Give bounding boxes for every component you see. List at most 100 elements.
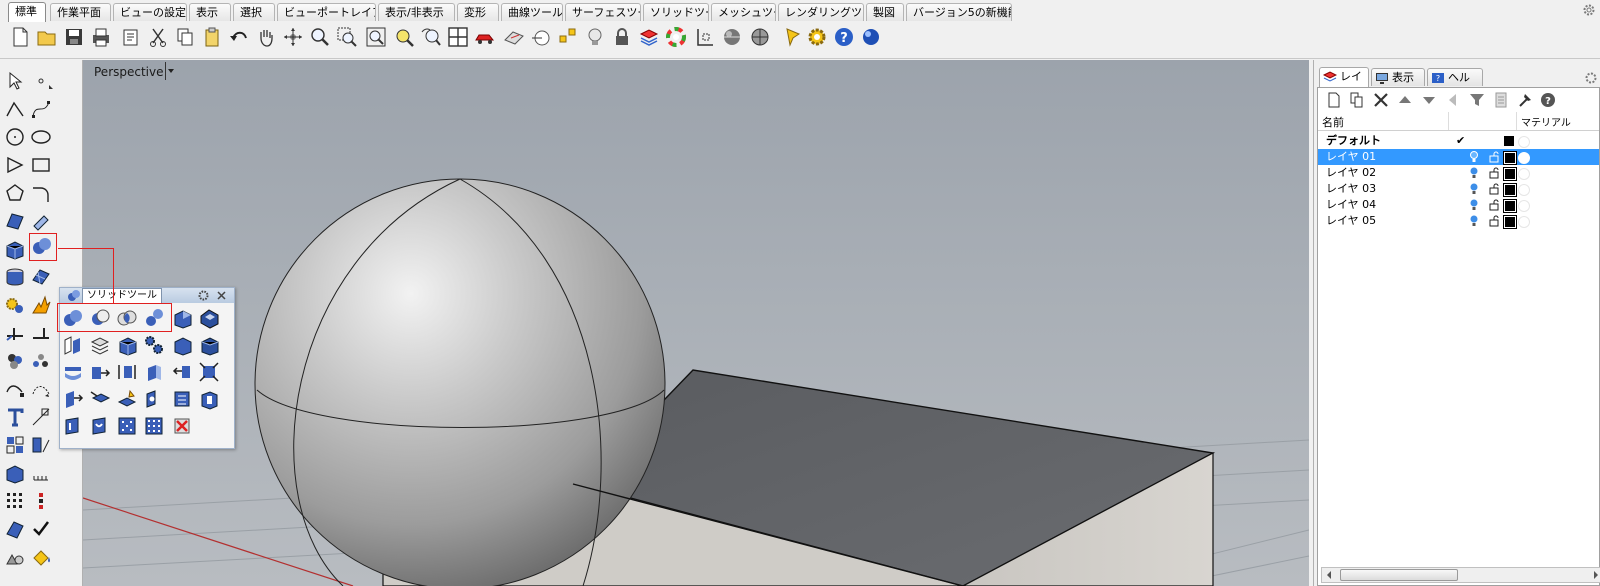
properties-icon[interactable] <box>120 26 142 48</box>
circle-icon[interactable] <box>4 126 26 148</box>
scroll-right-icon[interactable] <box>1592 570 1600 580</box>
layer-row-02[interactable]: レイヤ 02 <box>1318 165 1599 181</box>
undo-view-icon[interactable] <box>420 26 442 48</box>
tab-layers[interactable]: レイヤ <box>1319 67 1369 101</box>
select-points-icon[interactable] <box>557 26 579 48</box>
tab-help-panel[interactable]: ? ヘルプ <box>1427 68 1483 102</box>
layer-material-swatch[interactable] <box>1518 200 1530 212</box>
render-sphere-icon[interactable] <box>721 26 743 48</box>
split-face-icon[interactable] <box>198 361 220 383</box>
move-edge-icon[interactable] <box>171 361 193 383</box>
block-icon[interactable] <box>4 434 26 456</box>
surface-corner-icon[interactable] <box>4 210 26 232</box>
tab-cplanes[interactable]: 作業平面 <box>50 3 111 21</box>
panel-settings-gear-icon[interactable] <box>1584 71 1598 85</box>
transform-gear-icon[interactable] <box>4 294 26 316</box>
layer-material-swatch[interactable] <box>1518 184 1530 196</box>
array-hole-icon[interactable] <box>171 388 193 410</box>
split-icon[interactable] <box>30 322 52 344</box>
explode-icon[interactable] <box>30 294 52 316</box>
array-icon[interactable] <box>4 490 26 512</box>
layer-color-swatch[interactable] <box>1503 151 1517 165</box>
layer-material-swatch[interactable] <box>1518 136 1530 148</box>
highlight-marker-icon[interactable] <box>781 26 803 48</box>
layer-color-swatch[interactable] <box>1504 136 1514 146</box>
unlock-icon[interactable] <box>1489 215 1499 227</box>
shaded-car-icon[interactable] <box>474 26 496 48</box>
zoom-icon[interactable] <box>309 26 331 48</box>
light-bulb-on-icon[interactable] <box>1470 215 1478 227</box>
filter-icon[interactable] <box>1468 91 1486 109</box>
make2d-icon[interactable] <box>30 434 52 456</box>
tab-surface-tools[interactable]: サーフェスツール <box>565 3 641 21</box>
check-icon[interactable] <box>30 518 52 540</box>
polyline-icon[interactable] <box>4 98 26 120</box>
layer-color-swatch[interactable] <box>1503 199 1517 213</box>
new-sublayer-icon[interactable] <box>1348 91 1366 109</box>
osnap-icon[interactable] <box>530 26 552 48</box>
tab-select[interactable]: 選択 <box>233 3 275 21</box>
layer-row-01[interactable]: レイヤ 01 <box>1318 149 1599 165</box>
solid-points-grid-icon[interactable] <box>143 415 165 437</box>
grid-dots-icon[interactable] <box>30 462 52 484</box>
tab-set-view[interactable]: ビューの設定 <box>113 3 187 21</box>
tab-curve-tools[interactable]: 曲線ツール <box>501 3 563 21</box>
perspective-viewport[interactable]: Perspective <box>83 60 1309 586</box>
analyze-solid-icon[interactable] <box>4 462 26 484</box>
surface-extrude-icon[interactable] <box>30 210 52 232</box>
array-linear-icon[interactable] <box>30 490 52 512</box>
fillet-curve-icon[interactable] <box>30 182 52 204</box>
scrollbar-thumb[interactable] <box>1340 569 1458 581</box>
help-question-icon[interactable]: ? <box>1539 91 1557 109</box>
tab-visibility[interactable]: 表示/非表示 <box>378 3 455 21</box>
tab-transform[interactable]: 変形 <box>457 3 499 21</box>
delete-hole-icon[interactable] <box>198 388 220 410</box>
shaded-sphere-icon[interactable] <box>749 26 771 48</box>
rectangle-icon[interactable] <box>30 154 52 176</box>
copy-icon[interactable] <box>174 26 196 48</box>
horizontal-scrollbar[interactable] <box>1321 567 1600 583</box>
solid-points-off-icon[interactable] <box>171 415 193 437</box>
layer-material-swatch[interactable] <box>1518 216 1530 228</box>
solid-tools-palette[interactable]: ソリッドツール <box>57 287 235 449</box>
tab-solid-tools[interactable]: ソリッドツール <box>643 3 709 21</box>
light-bulb-on-icon[interactable] <box>1470 151 1478 163</box>
shapes-icon[interactable] <box>4 546 26 568</box>
unlock-icon[interactable] <box>1489 183 1499 195</box>
solid-box-icon[interactable] <box>116 334 138 356</box>
group-icon[interactable] <box>4 350 26 372</box>
extrude-stack-icon[interactable] <box>89 334 111 356</box>
undo-icon[interactable] <box>228 26 250 48</box>
layer-row-03[interactable]: レイヤ 03 <box>1318 181 1599 197</box>
text-icon[interactable] <box>4 406 26 428</box>
move-face-icon[interactable] <box>89 361 111 383</box>
zoom-window-icon[interactable] <box>336 26 358 48</box>
merge-all-faces-icon[interactable] <box>198 334 220 356</box>
paste-icon[interactable] <box>201 26 223 48</box>
move-parent-icon[interactable] <box>1444 91 1462 109</box>
cap-planar-holes-icon[interactable] <box>171 307 193 329</box>
rotate-view-icon[interactable] <box>282 26 304 48</box>
save-icon[interactable] <box>63 26 85 48</box>
extract-surface-icon[interactable] <box>62 334 84 356</box>
box-icon[interactable] <box>4 238 26 260</box>
unlock-icon[interactable] <box>1489 167 1499 179</box>
rotate-hole-icon[interactable] <box>143 388 165 410</box>
palette-settings-gear-icon[interactable] <box>197 289 210 302</box>
layer-states-icon[interactable] <box>1492 91 1510 109</box>
polygon-icon[interactable] <box>4 182 26 204</box>
point-edit-icon[interactable] <box>4 378 26 400</box>
lock-icon[interactable] <box>611 26 633 48</box>
tab-standard[interactable]: 標準 <box>8 2 46 22</box>
solid-points-on-icon[interactable] <box>116 415 138 437</box>
ungroup-icon[interactable] <box>30 350 52 372</box>
dimension-tool-icon[interactable] <box>30 406 52 428</box>
place-hole-icon[interactable] <box>116 388 138 410</box>
rhino-sphere-icon[interactable] <box>860 26 882 48</box>
column-material[interactable]: マテリアル <box>1521 114 1571 129</box>
move-down-icon[interactable] <box>1420 91 1438 109</box>
layer-material-swatch[interactable] <box>1518 168 1530 180</box>
tab-display-panel[interactable]: 表示 <box>1371 68 1425 86</box>
close-icon[interactable] <box>216 290 227 301</box>
zoom-extents-icon[interactable] <box>365 26 387 48</box>
